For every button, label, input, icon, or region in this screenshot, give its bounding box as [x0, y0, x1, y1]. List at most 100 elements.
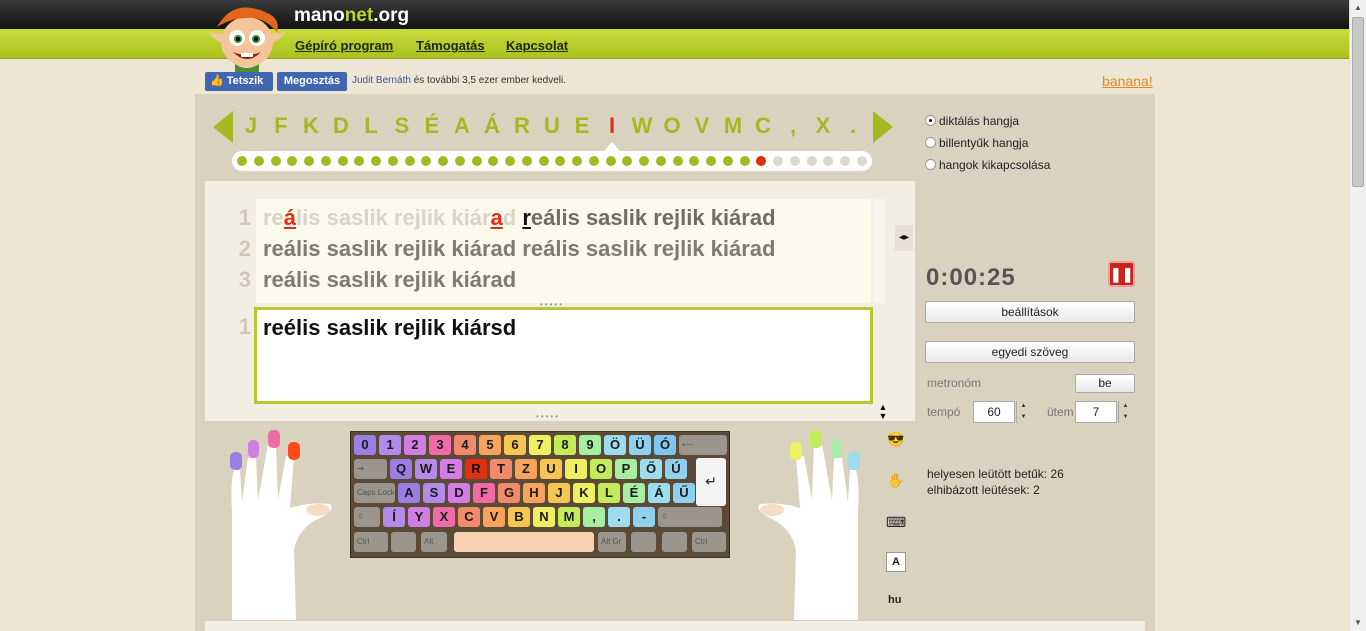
lesson-progress-bar: [232, 151, 872, 171]
lesson-letter[interactable]: O: [661, 113, 683, 139]
lesson-letter[interactable]: R: [511, 113, 533, 139]
keyboard-key: Q: [390, 459, 412, 479]
lesson-letter[interactable]: A: [451, 113, 473, 139]
beat-stepper-icon[interactable]: ▲ ▼: [1118, 401, 1132, 423]
source-line-2: reális saslik rejlik kiárad reális sasli…: [263, 236, 776, 261]
lesson-letter[interactable]: X: [812, 113, 834, 139]
beat-input[interactable]: 7: [1075, 401, 1117, 423]
hide-hands-icon[interactable]: ✋: [886, 472, 906, 489]
sound-option-dictation[interactable]: diktálás hangja: [925, 114, 1019, 128]
pause-button[interactable]: ❚❚: [1108, 261, 1135, 287]
progress-dot: [505, 156, 515, 166]
lesson-letter[interactable]: É: [421, 113, 443, 139]
typed-line-number: 1: [238, 314, 251, 339]
virtual-keyboard: 0 1 2 3 4 5 6 7 8 9 Ö Ü Ó ⟵ ⇥ Q W E R T Z U I O P Ő Ú Caps Lock A S D F…: [350, 431, 730, 558]
facebook-like-button[interactable]: 👍 Tetszik: [205, 72, 273, 91]
keyboard-key: F: [473, 483, 495, 503]
expand-collapse-icon[interactable]: ▲ ▼: [873, 403, 893, 421]
tempo-stepper-icon[interactable]: ▲ ▼: [1016, 401, 1030, 423]
mascot-logo[interactable]: [203, 2, 287, 72]
progress-dot: [689, 156, 699, 166]
lesson-letter[interactable]: U: [541, 113, 563, 139]
face-icon[interactable]: 😎: [886, 431, 906, 448]
font-size-button[interactable]: A: [886, 552, 906, 572]
metronome-toggle-button[interactable]: be: [1075, 374, 1135, 393]
site-name-accent: net: [344, 5, 374, 26]
progress-dot: [405, 156, 415, 166]
keyboard-modifier-key: ⇧: [354, 507, 380, 527]
source-line-number: 2: [238, 236, 251, 261]
progress-dot: [589, 156, 599, 166]
tempo-input[interactable]: 60: [973, 401, 1015, 423]
next-lesson-arrow-icon[interactable]: [873, 111, 893, 143]
sound-option-off[interactable]: hangok kikapcsolása: [925, 158, 1050, 172]
lesson-letter[interactable]: Á: [481, 113, 503, 139]
site-name-main: mano: [294, 5, 345, 26]
progress-dot: [388, 156, 398, 166]
right-hand-illustration: [758, 430, 860, 620]
site-logo-text[interactable]: manonet.org: [294, 5, 409, 27]
lesson-letter[interactable]: S: [391, 113, 413, 139]
lesson-letter[interactable]: M: [722, 113, 744, 139]
progress-dot: [673, 156, 683, 166]
progress-dot: [539, 156, 549, 166]
banana-link[interactable]: banana!: [1102, 73, 1153, 89]
lesson-letter[interactable]: ,: [782, 113, 804, 139]
lesson-letter[interactable]: D: [330, 113, 352, 139]
keyboard-key: 0: [354, 435, 376, 455]
keyboard-key: H: [523, 483, 545, 503]
keyboard-key: 9: [579, 435, 601, 455]
lesson-letter[interactable]: C: [752, 113, 774, 139]
scroll-down-icon[interactable]: ▼: [1350, 615, 1366, 631]
site-name-tld: .org: [373, 5, 410, 26]
source-scroll-track[interactable]: [873, 199, 885, 303]
lesson-letter[interactable]: J: [240, 113, 262, 139]
lesson-letter[interactable]: V: [691, 113, 713, 139]
keyboard-key: Ü: [629, 435, 651, 455]
lesson-letter[interactable]: L: [360, 113, 382, 139]
liker-name-link[interactable]: Judit Bernáth: [352, 75, 411, 86]
lesson-letter[interactable]: K: [300, 113, 322, 139]
nav-link-support[interactable]: Támogatás: [416, 38, 485, 53]
keyboard-key: U: [540, 459, 562, 479]
custom-text-button[interactable]: egyedi szöveg: [925, 341, 1135, 363]
left-hand-illustration: [230, 430, 332, 620]
radio-icon[interactable]: [925, 137, 936, 148]
keyboard-key: 4: [454, 435, 476, 455]
progress-dot: [338, 156, 348, 166]
radio-icon[interactable]: [925, 159, 936, 170]
nav-link-typing-program[interactable]: Gépíró program: [295, 38, 393, 53]
wrong-value: 2: [1033, 483, 1040, 497]
lesson-letter[interactable]: E: [571, 113, 593, 139]
keyboard-key: C: [458, 507, 480, 527]
keyboard-modifier-key: [631, 532, 656, 552]
language-selector[interactable]: hu: [888, 594, 901, 606]
keyboard-key: Ő: [640, 459, 662, 479]
keyboard-key: P: [615, 459, 637, 479]
nav-link-contact[interactable]: Kapcsolat: [506, 38, 568, 53]
radio-selected-icon[interactable]: [925, 115, 936, 126]
page-scrollbar[interactable]: ▲ ▼: [1349, 0, 1366, 631]
hide-keyboard-icon[interactable]: ⌨: [886, 514, 906, 531]
sound-option-keys[interactable]: billentyűk hangja: [925, 136, 1028, 150]
current-character: r: [522, 205, 531, 230]
facebook-share-button[interactable]: Megosztás: [277, 72, 347, 91]
progress-dot: [740, 156, 750, 166]
keyboard-key: Y: [408, 507, 430, 527]
previous-lesson-arrow-icon[interactable]: [213, 111, 233, 143]
progress-dot: [287, 156, 297, 166]
facebook-like-text: Judit Bernáth és további 3,5 ezer ember …: [352, 75, 566, 86]
progress-dot: [237, 156, 247, 166]
progress-dot: [304, 156, 314, 166]
keyboard-modifier-key: Alt Gr: [598, 532, 626, 552]
resize-grip-icon[interactable]: •••••: [536, 412, 560, 421]
toggle-side-panel-icon[interactable]: ◂▸: [895, 225, 913, 251]
scroll-thumb[interactable]: [1352, 17, 1364, 187]
scroll-up-icon[interactable]: ▲: [1350, 0, 1366, 16]
settings-button[interactable]: beállítások: [925, 301, 1135, 323]
progress-dot: [840, 156, 850, 166]
lesson-letter[interactable]: I: [601, 113, 623, 139]
lesson-letter[interactable]: W: [631, 113, 653, 139]
lesson-letter[interactable]: F: [270, 113, 292, 139]
lesson-letter[interactable]: .: [842, 113, 864, 139]
